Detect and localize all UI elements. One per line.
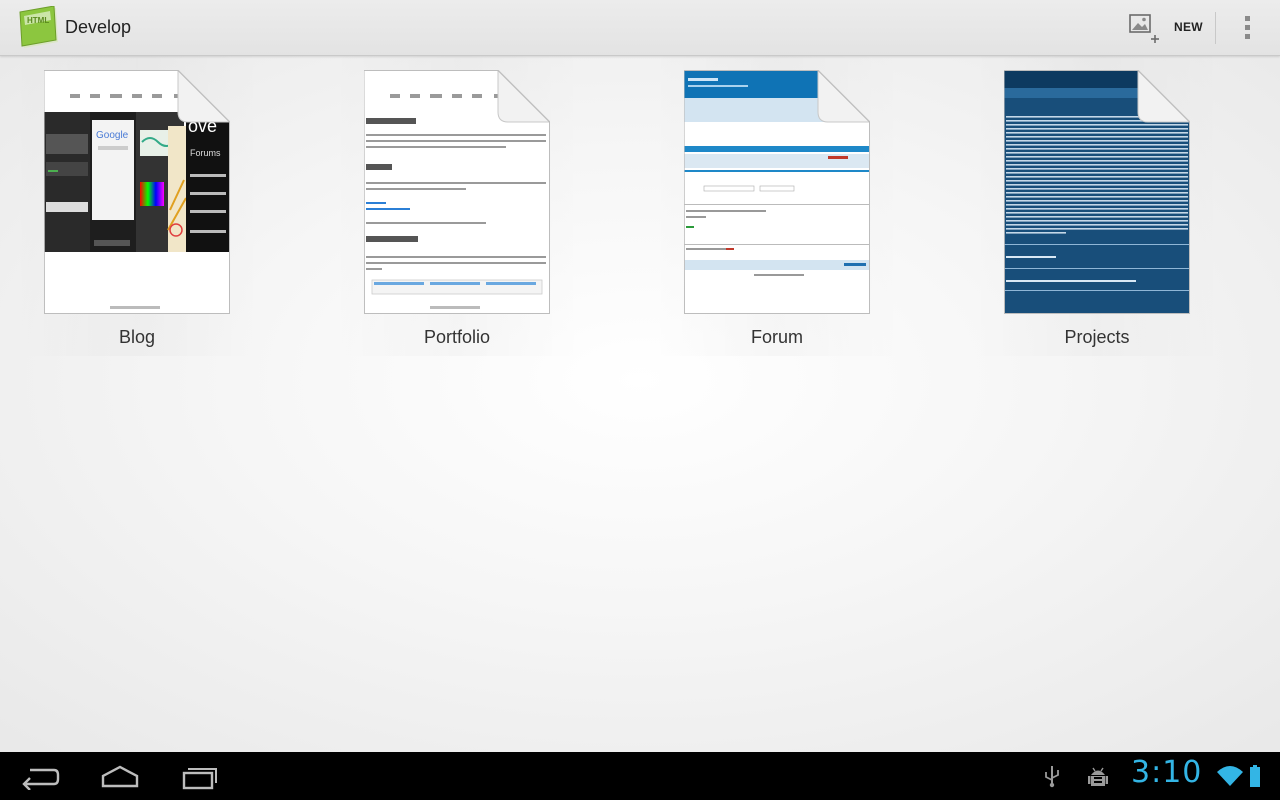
- add-image-icon: [1129, 14, 1159, 43]
- back-icon: [22, 768, 60, 790]
- recent-apps-icon: [182, 768, 217, 790]
- status-clock: 3:10: [1131, 755, 1203, 790]
- svg-text:ove: ove: [188, 116, 217, 136]
- usb-icon: [1045, 766, 1059, 788]
- back-button[interactable]: [0, 752, 80, 800]
- project-name: Projects: [1064, 327, 1130, 347]
- project-name: Blog: [118, 327, 156, 347]
- project-name: Portfolio: [423, 327, 491, 347]
- project-thumbnail: [1004, 70, 1190, 314]
- project-tile-blog[interactable]: Google ove Forums Blog: [10, 56, 264, 360]
- page-title: Develop: [65, 17, 132, 37]
- project-tile-forum[interactable]: Forum: [650, 56, 904, 360]
- project-grid: Google ove Forums Blog Portfolio Forum P…: [0, 56, 1280, 356]
- overflow-menu-icon[interactable]: [1230, 10, 1266, 46]
- project-thumbnail: [364, 70, 550, 314]
- project-name: Forum: [750, 327, 803, 347]
- project-tile-projects[interactable]: Projects: [970, 56, 1224, 360]
- action-bar: HTML Develop NEW: [0, 0, 1280, 56]
- battery-icon: [1250, 765, 1260, 787]
- debug-android-icon: [1088, 767, 1108, 786]
- recent-apps-button[interactable]: [160, 752, 240, 800]
- new-project-button[interactable]: NEW: [1118, 8, 1212, 48]
- home-button[interactable]: [80, 752, 160, 800]
- actionbar-divider: [1215, 12, 1216, 44]
- project-tile-portfolio[interactable]: Portfolio: [330, 56, 584, 360]
- svg-text:HTML: HTML: [27, 16, 49, 25]
- wifi-signal-icon: [1217, 766, 1243, 786]
- svg-text:Google: Google: [96, 130, 129, 141]
- home-icon: [101, 765, 139, 788]
- project-thumbnail: Google ove Forums: [44, 70, 230, 314]
- system-navigation-bar: [0, 752, 1280, 800]
- svg-text:Forums: Forums: [190, 148, 221, 158]
- project-thumbnail: [684, 70, 870, 314]
- app-logo-icon[interactable]: HTML: [18, 5, 60, 50]
- new-button-label: NEW: [1174, 20, 1203, 34]
